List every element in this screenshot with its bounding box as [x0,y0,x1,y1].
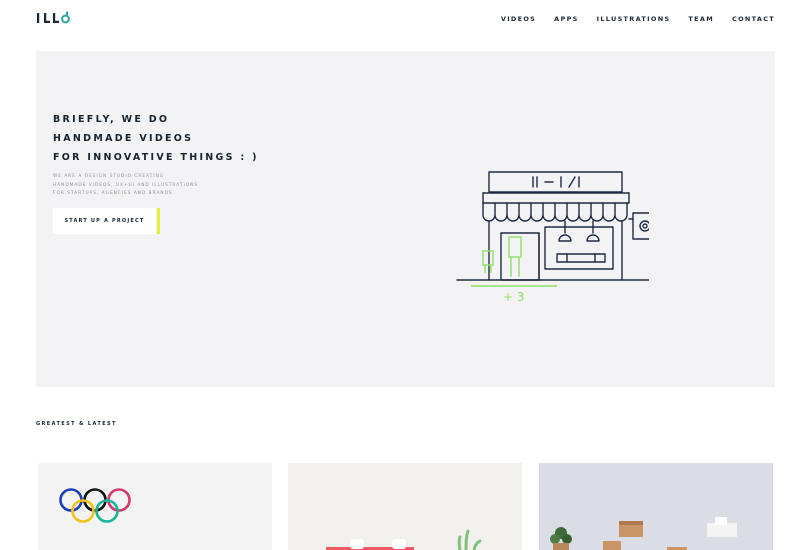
main-nav: VIDEOS APPS ILLUSTRATIONS TEAM CONTACT [501,15,775,23]
hero-headline: BRIEFLY, WE DO HANDMADE VIDEOS FOR INNOV… [53,110,259,167]
nav-contact[interactable]: CONTACT [732,15,775,23]
section-title: GREATEST & LATEST [36,421,117,427]
nav-videos[interactable]: VIDEOS [501,15,536,23]
start-project-label: START UP A PROJECT [64,218,145,224]
headline-line: BRIEFLY, WE DO [53,114,170,125]
storefront-illustration: + 3 [456,171,649,304]
work-card[interactable] [539,463,773,550]
olympic-rings-image [59,488,131,523]
hero-description: WE ARE A DESIGN STUDIO CREATING HANDMADE… [53,173,198,199]
cta-accent-bar [157,208,160,234]
illustration-counter: + 3 [503,290,525,304]
start-project-button[interactable]: START UP A PROJECT [53,208,160,234]
logo-mark [37,11,70,24]
headline-line: HANDMADE VIDEOS [53,133,194,144]
description-line: HANDMADE VIDEOS, UX+UI AND ILLUSTRATIONS [53,182,199,188]
nav-apps[interactable]: APPS [554,15,578,23]
work-card[interactable] [38,463,272,550]
description-line: WE ARE A DESIGN STUDIO CREATING [53,174,165,179]
nav-illustrations[interactable]: ILLUSTRATIONS [597,15,671,23]
boxes-plant-image [550,517,737,550]
work-card[interactable] [288,463,522,550]
nav-team[interactable]: TEAM [688,15,714,23]
description-line: FOR STARTUPS, AGENCIES AND BRANDS [53,191,173,196]
headline-line: FOR INNOVATIVE THINGS : ) [53,152,259,163]
plant-box-image [326,529,482,550]
logo[interactable] [36,11,70,25]
